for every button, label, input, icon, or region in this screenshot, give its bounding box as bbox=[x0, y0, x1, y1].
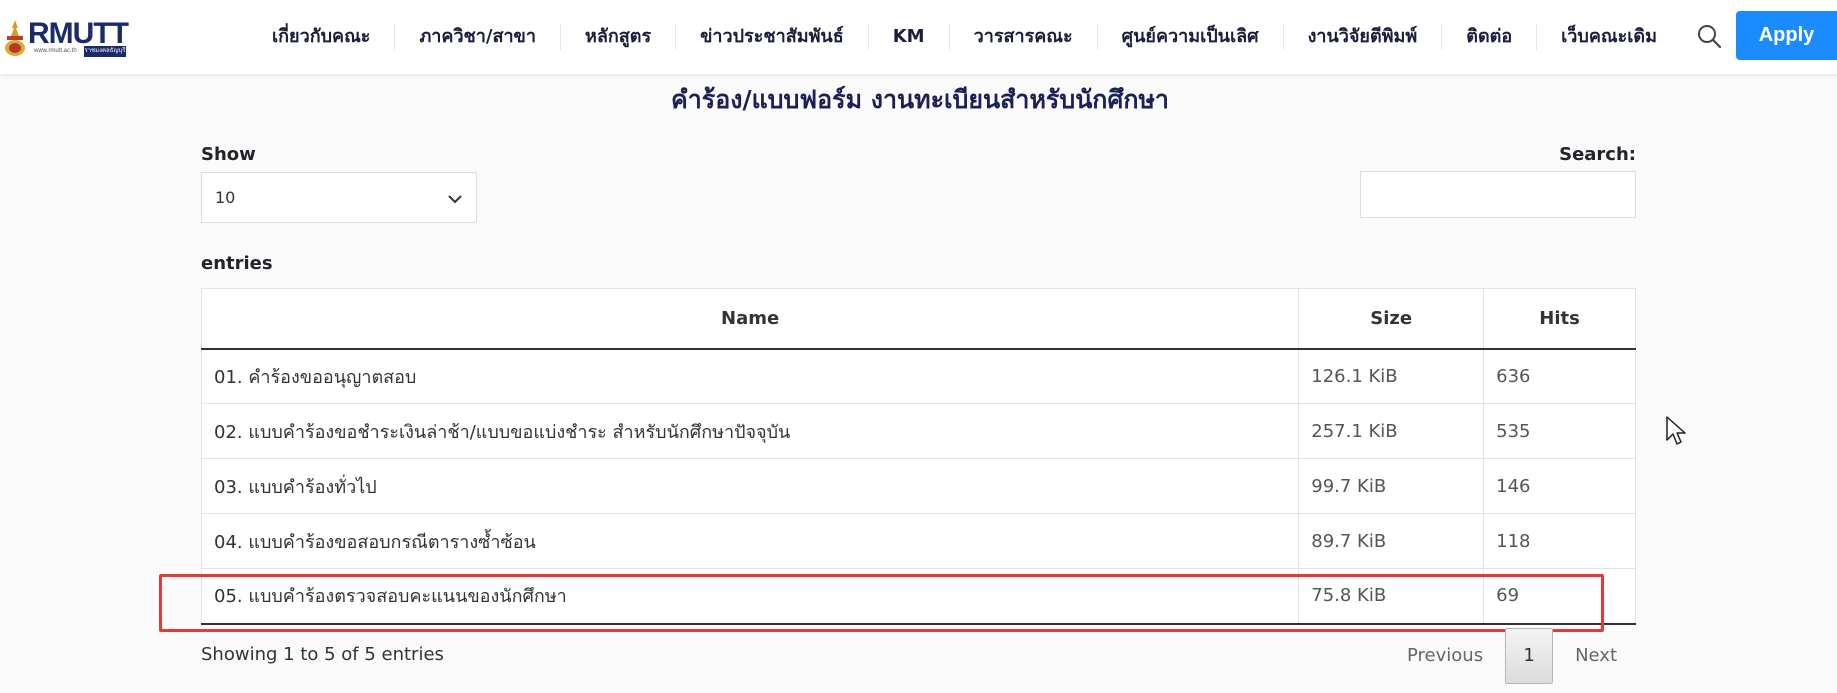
rmutt-logo[interactable]: RMUTT www.rmutt.ac.th ราชมงคลธัญบุรี bbox=[2, 17, 129, 60]
main-nav: เกี่ยวกับคณะ ภาควิชา/สาขา หลักสูตร ข่าวป… bbox=[248, 0, 1681, 74]
nav-item-journal[interactable]: วารสารคณะ bbox=[950, 23, 1097, 51]
table-header-row: Name Size Hits bbox=[200, 288, 1636, 350]
table-info: Showing 1 to 5 of 5 entries bbox=[201, 644, 444, 665]
entries-label: entries bbox=[201, 253, 273, 274]
file-name-link[interactable]: 05. แบบคำร้องตรวจสอบคะแนนของนักศึกษา bbox=[200, 568, 1300, 625]
file-size: 89.7 KiB bbox=[1298, 513, 1485, 569]
mouse-pointer-icon bbox=[1666, 416, 1686, 445]
nav-item-excellence-center[interactable]: ศูนย์ความเป็นเลิศ bbox=[1098, 23, 1283, 51]
nav-item-old-site[interactable]: เว็บคณะเดิม bbox=[1537, 23, 1681, 51]
file-name-link[interactable]: 03. แบบคำร้องทั่วไป bbox=[200, 458, 1300, 514]
table-row: 02. แบบคำร้องขอชำระเงินล่าช้า/แบบขอแบ่งช… bbox=[200, 403, 1636, 459]
file-size: 126.1 KiB bbox=[1298, 348, 1485, 404]
nav-item-departments[interactable]: ภาควิชา/สาขา bbox=[395, 23, 560, 51]
search-label: Search: bbox=[1559, 144, 1636, 165]
show-label: Show bbox=[201, 144, 256, 165]
table-row: 05. แบบคำร้องตรวจสอบคะแนนของนักศึกษา 75.… bbox=[200, 568, 1636, 625]
emblem-icon bbox=[5, 20, 25, 56]
file-hits: 118 bbox=[1483, 513, 1636, 569]
search-icon[interactable] bbox=[1696, 23, 1722, 49]
file-name-link[interactable]: 04. แบบคำร้องขอสอบกรณีตารางซ้ำซ้อน bbox=[200, 513, 1300, 569]
file-name-link[interactable]: 01. คำร้องขออนุญาตสอบ bbox=[200, 348, 1300, 404]
nav-item-publications[interactable]: งานวิจัยตีพิมพ์ bbox=[1284, 23, 1442, 51]
column-header-hits[interactable]: Hits bbox=[1483, 288, 1636, 350]
column-header-size[interactable]: Size bbox=[1298, 288, 1485, 350]
table-search-input[interactable] bbox=[1360, 171, 1636, 218]
nav-item-contact[interactable]: ติดต่อ bbox=[1442, 23, 1536, 51]
file-size: 75.8 KiB bbox=[1298, 568, 1485, 625]
nav-item-curriculum[interactable]: หลักสูตร bbox=[561, 23, 675, 51]
table-row: 03. แบบคำร้องทั่วไป 99.7 KiB 146 bbox=[200, 458, 1636, 514]
entries-per-page-select[interactable]: 10 bbox=[201, 172, 477, 223]
nav-item-about[interactable]: เกี่ยวกับคณะ bbox=[248, 23, 394, 51]
logo-tag: ราชมงคลธัญบุรี bbox=[84, 46, 126, 57]
file-size: 257.1 KiB bbox=[1298, 403, 1485, 459]
apply-button[interactable]: Apply bbox=[1736, 11, 1837, 60]
column-header-name[interactable]: Name bbox=[200, 288, 1300, 350]
table-row: 01. คำร้องขออนุญาตสอบ 126.1 KiB 636 bbox=[200, 348, 1636, 404]
table-row: 04. แบบคำร้องขอสอบกรณีตารางซ้ำซ้อน 89.7 … bbox=[200, 513, 1636, 569]
pagination: Previous 1 Next bbox=[1385, 628, 1639, 684]
file-hits: 69 bbox=[1483, 568, 1636, 625]
next-page-button[interactable]: Next bbox=[1553, 644, 1639, 668]
nav-item-km[interactable]: KM bbox=[869, 23, 949, 51]
file-hits: 636 bbox=[1483, 348, 1636, 404]
entries-per-page-value: 10 bbox=[215, 188, 236, 207]
previous-page-button[interactable]: Previous bbox=[1385, 644, 1505, 668]
nav-item-news[interactable]: ข่าวประชาสัมพันธ์ bbox=[676, 23, 868, 51]
file-hits: 535 bbox=[1483, 403, 1636, 459]
file-hits: 146 bbox=[1483, 458, 1636, 514]
forms-table: Name Size Hits 01. คำร้องขออนุญาตสอบ 126… bbox=[200, 288, 1636, 625]
page-button-current[interactable]: 1 bbox=[1505, 628, 1554, 684]
site-header: RMUTT www.rmutt.ac.th ราชมงคลธัญบุรี เกี… bbox=[0, 0, 1837, 74]
file-name-link[interactable]: 02. แบบคำร้องขอชำระเงินล่าช้า/แบบขอแบ่งช… bbox=[200, 403, 1300, 459]
file-size: 99.7 KiB bbox=[1298, 458, 1485, 514]
page-title: คำร้อง/แบบฟอร์ม งานทะเบียนสำหรับนักศึกษา bbox=[671, 85, 1169, 114]
chevron-down-icon bbox=[448, 195, 462, 204]
